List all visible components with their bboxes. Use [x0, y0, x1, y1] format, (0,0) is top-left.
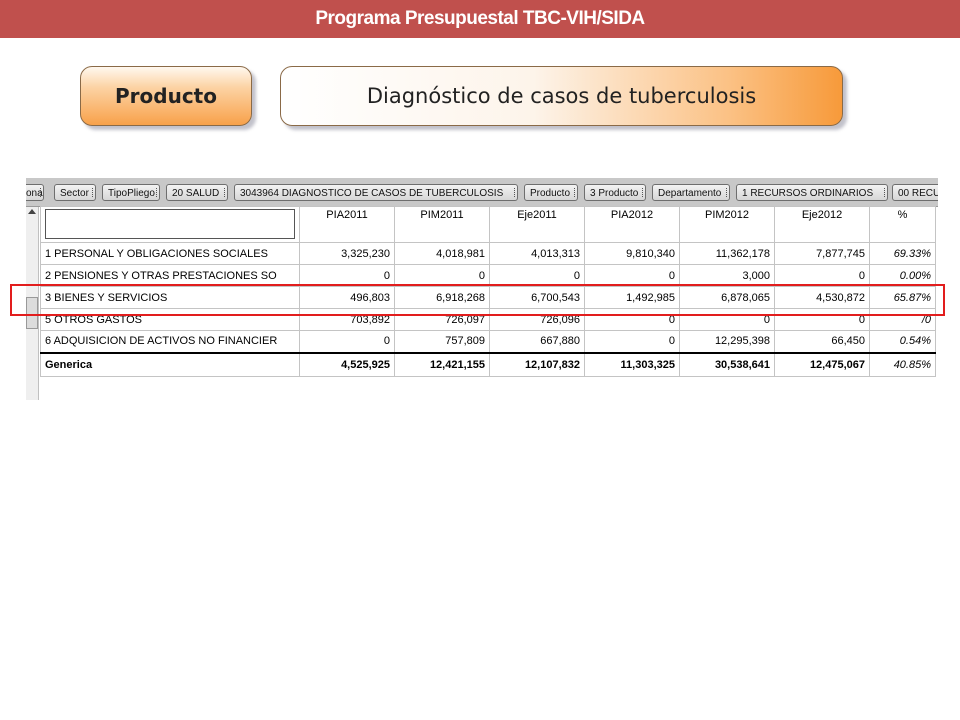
cell-pim2012[interactable]: 11,362,178	[679, 242, 775, 265]
total-pia2011[interactable]: 4,525,925	[299, 351, 395, 377]
col-header-pia2011[interactable]: PIA2011	[299, 206, 395, 243]
col-header-eje2012[interactable]: Eje2012	[774, 206, 870, 243]
slide-title-banner: Programa Presupuestal TBC-VIH/SIDA	[0, 0, 960, 38]
total-pim2012[interactable]: 30,538,641	[679, 351, 775, 377]
col-header-eje2011[interactable]: Eje2011	[489, 206, 585, 243]
cell-pia2011[interactable]: 3,325,230	[299, 242, 395, 265]
cell-pim2011[interactable]: 757,809	[394, 330, 490, 353]
tab-3-producto[interactable]: 3 Producto	[584, 184, 646, 201]
cell-pia2012[interactable]: 9,810,340	[584, 242, 680, 265]
total-eje2012[interactable]: 12,475,067	[774, 351, 870, 377]
total-pia2012[interactable]: 11,303,325	[584, 351, 680, 377]
tab-sector[interactable]: Sector	[54, 184, 96, 201]
col-header-pim2011[interactable]: PIM2011	[394, 206, 490, 243]
cell-percent[interactable]: 69.33%	[869, 242, 936, 265]
tab-20-salud[interactable]: 20 SALUD	[166, 184, 228, 201]
product-name: Diagnóstico de casos de tuberculosis	[366, 84, 757, 108]
cell-percent[interactable]: 0.54%	[869, 330, 936, 353]
col-header-pim2012[interactable]: PIM2012	[679, 206, 775, 243]
tab-tipopliego[interactable]: TipoPliego	[102, 184, 160, 201]
total-label[interactable]: Generica	[40, 351, 300, 377]
col-header-pia2012[interactable]: PIA2012	[584, 206, 680, 243]
scroll-up-arrow-icon[interactable]	[28, 209, 36, 214]
table-row: 1 PERSONAL Y OBLIGACIONES SOCIALES 3,325…	[40, 242, 936, 265]
tab-funcional[interactable]: onal	[26, 184, 44, 201]
cell-eje2012[interactable]: 66,450	[774, 330, 870, 353]
tab-product-3043964[interactable]: 3043964 DIAGNOSTICO DE CASOS DE TUBERCUL…	[234, 184, 518, 201]
cell-eje2011[interactable]: 667,880	[489, 330, 585, 353]
cell-pim2011[interactable]: 4,018,981	[394, 242, 490, 265]
product-name-box: Diagnóstico de casos de tuberculosis	[280, 66, 843, 126]
tab-recursos-ordinarios[interactable]: 1 RECURSOS ORDINARIOS	[736, 184, 888, 201]
cell-eje2011[interactable]: 4,013,313	[489, 242, 585, 265]
producto-label-box: Producto	[80, 66, 252, 126]
dimension-tab-bar: onal Sector TipoPliego 20 SALUD 3043964 …	[26, 178, 938, 207]
total-row: Generica 4,525,925 12,421,155 12,107,832…	[40, 351, 936, 377]
cell-pia2012[interactable]: 0	[584, 330, 680, 353]
row-header-corner	[40, 206, 300, 243]
producto-label: Producto	[115, 84, 217, 108]
tab-producto[interactable]: Producto	[524, 184, 578, 201]
slide-title: Programa Presupuestal TBC-VIH/SIDA	[315, 8, 645, 29]
row-label[interactable]: 6 ADQUISICION DE ACTIVOS NO FINANCIER	[40, 330, 300, 353]
cell-eje2012[interactable]: 7,877,745	[774, 242, 870, 265]
cell-pia2011[interactable]: 0	[299, 330, 395, 353]
tab-departamento[interactable]: Departamento	[652, 184, 730, 201]
row-label[interactable]: 1 PERSONAL Y OBLIGACIONES SOCIALES	[40, 242, 300, 265]
col-header-percent[interactable]: %	[869, 206, 936, 243]
table-row: 6 ADQUISICION DE ACTIVOS NO FINANCIER 0 …	[40, 330, 936, 353]
total-percent[interactable]: 40.85%	[869, 351, 936, 377]
total-pim2011[interactable]: 12,421,155	[394, 351, 490, 377]
cell-pim2012[interactable]: 12,295,398	[679, 330, 775, 353]
total-eje2011[interactable]: 12,107,832	[489, 351, 585, 377]
corner-cell-box[interactable]	[45, 209, 295, 239]
tab-00-recursos[interactable]: 00 RECU	[892, 184, 938, 201]
highlight-box-bienes-y-servicios	[10, 284, 945, 316]
header-row: PIA2011 PIM2011 Eje2011 PIA2012 PIM2012 …	[40, 206, 936, 243]
